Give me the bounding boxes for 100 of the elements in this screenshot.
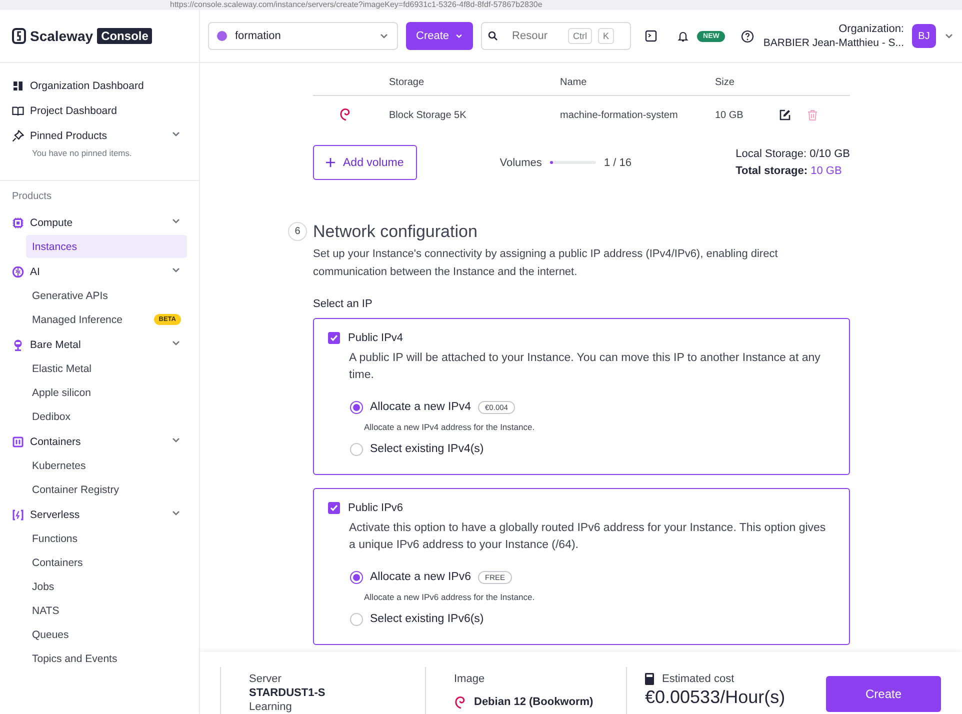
radio-label: Select existing IPv6(s)	[370, 613, 484, 625]
estimated-cost: €0.00533/Hour(s)	[645, 687, 786, 708]
bell-icon[interactable]	[677, 30, 690, 42]
total-storage-label: Total storage:	[736, 164, 808, 176]
local-storage-text: Local Storage: 0/10 GB	[736, 146, 850, 162]
sidebar-subitem[interactable]: Queues	[26, 623, 187, 646]
chevron-icon	[944, 31, 954, 41]
sidebar-subitem[interactable]: Generative APIs	[26, 284, 187, 307]
column-header: Storage	[388, 69, 559, 96]
swirl-logo-icon	[454, 695, 466, 709]
summary-label: Estimated cost	[662, 673, 734, 685]
brain-icon	[12, 266, 24, 278]
chevron-icon	[171, 435, 181, 445]
plus-icon	[326, 158, 335, 167]
radio-button[interactable]	[350, 442, 363, 456]
user-avatar[interactable]: BJ	[912, 24, 936, 48]
radio-hint: Allocate a new IPv6 address for the Instance.	[364, 592, 536, 602]
dashboard-icon	[12, 80, 24, 92]
chevron-icon	[171, 338, 181, 348]
sidebar-subitem[interactable]: Functions	[26, 527, 187, 550]
summary-label: Image	[454, 673, 486, 685]
search-bar[interactable]: Resour Ctrl K	[481, 22, 632, 50]
project-selector[interactable]: formation	[208, 22, 398, 50]
terminal-icon[interactable]	[645, 30, 658, 42]
radio-button[interactable]	[350, 570, 363, 584]
image-name: Debian 12 (Bookworm)	[474, 696, 594, 708]
chip-icon	[12, 216, 24, 228]
server-category: Learning	[249, 701, 293, 713]
bolt-icon	[12, 508, 24, 520]
sidebar-subitem[interactable]: Elastic Metal	[26, 357, 187, 380]
sidebar-item[interactable]: Organization Dashboard	[0, 73, 199, 98]
table-cell: machine-formation-system	[559, 96, 714, 134]
organization-label: Organization:	[838, 23, 904, 35]
logo-icon	[12, 28, 26, 44]
radio-label: Select existing IPv4(s)	[370, 443, 484, 455]
edit-icon[interactable]	[779, 109, 791, 121]
sidebar-subitem[interactable]: Kubernetes	[26, 454, 187, 477]
sidebar-subitem[interactable]: Containers	[26, 551, 187, 574]
calculator-icon	[645, 673, 654, 685]
column-header: Size	[714, 69, 778, 96]
sidebar-subitem[interactable]: Jobs	[26, 575, 187, 598]
volumes-label: Volumes	[500, 156, 542, 168]
pin-icon	[12, 130, 24, 142]
section-label: Products	[11, 191, 52, 204]
search-icon	[488, 31, 498, 41]
chevron-icon	[171, 216, 181, 226]
box-icon	[12, 436, 24, 448]
table-cell: 10 GB	[714, 96, 778, 134]
select-ip-label: Select an IP	[313, 298, 374, 310]
shortcut-key: Ctrl	[568, 28, 592, 44]
radio-button[interactable]	[350, 400, 363, 414]
checkbox[interactable]	[328, 502, 340, 514]
server-type: STARDUST1-S	[249, 687, 326, 699]
empty-pinned-hint: You have no pinned items.	[31, 148, 133, 160]
chevron-icon	[171, 129, 181, 139]
sidebar-item[interactable]: Project Dashboard	[0, 98, 199, 123]
create-button[interactable]: Create	[826, 676, 941, 712]
sidebar-subitem[interactable]: NATS	[26, 599, 187, 622]
sidebar-group[interactable]: AI	[0, 259, 199, 284]
create-button[interactable]: Create	[406, 22, 474, 50]
step-number: 6	[288, 222, 307, 241]
chevron-icon	[171, 265, 181, 275]
add-volume-button[interactable]: Add volume	[313, 145, 417, 180]
swirl-logo-icon	[339, 106, 351, 120]
sidebar-subitem[interactable]: Instances	[26, 235, 187, 258]
total-storage-value: 10 GB	[810, 164, 842, 176]
monitor-icon	[12, 338, 24, 350]
summary-label: Server	[249, 673, 282, 685]
sidebar-subitem[interactable]: Topics and Events	[26, 647, 187, 670]
checkbox-label: Public IPv6	[348, 502, 404, 514]
checkbox-label: Public IPv4	[348, 332, 404, 344]
chevron-icon	[171, 508, 181, 518]
radio-label: Allocate a new IPv6	[370, 571, 472, 583]
column-header: Name	[559, 69, 714, 96]
checkbox[interactable]	[328, 332, 340, 344]
sidebar-item[interactable]: Pinned Products	[0, 123, 199, 148]
section-title: Network configuration	[313, 222, 478, 242]
sidebar-group[interactable]: Bare Metal	[0, 332, 199, 357]
radio-label: Allocate a new IPv4	[370, 401, 472, 413]
help-icon[interactable]	[741, 30, 754, 42]
sidebar-subitem[interactable]: Dedibox	[26, 405, 187, 428]
option-description: A public IP will be attached to your Instance. You can move this IP to another Instance at any time.	[349, 351, 822, 383]
radio-hint: Allocate a new IPv4 address for the Instance.	[364, 422, 536, 432]
sidebar-group[interactable]: Compute	[0, 210, 199, 235]
shortcut-key: K	[598, 28, 614, 44]
book-icon	[12, 104, 24, 116]
logo-text: Scaleway	[30, 28, 94, 44]
table-cell: Block Storage 5K	[388, 96, 559, 134]
volumes-count: 1 / 16	[604, 156, 632, 168]
organization-name[interactable]: BARBIER Jean-Matthieu - S...	[763, 37, 904, 49]
radio-button[interactable]	[350, 612, 363, 626]
chevron-icon	[379, 31, 389, 41]
project-icon	[217, 31, 227, 41]
logo-badge: Console	[97, 28, 152, 44]
sidebar-subitem[interactable]: Apple silicon	[26, 381, 187, 404]
section-description: Set up your Instance's connectivity by assigning a public IP address (IPv4/IPv6), enabling direct communication between the Instance and the internet.	[313, 247, 779, 280]
caret-icon	[455, 32, 464, 40]
sidebar-group[interactable]: Containers	[0, 429, 199, 454]
sidebar-group[interactable]: Serverless	[0, 502, 199, 527]
sidebar-subitem[interactable]: Container Registry	[26, 478, 187, 501]
